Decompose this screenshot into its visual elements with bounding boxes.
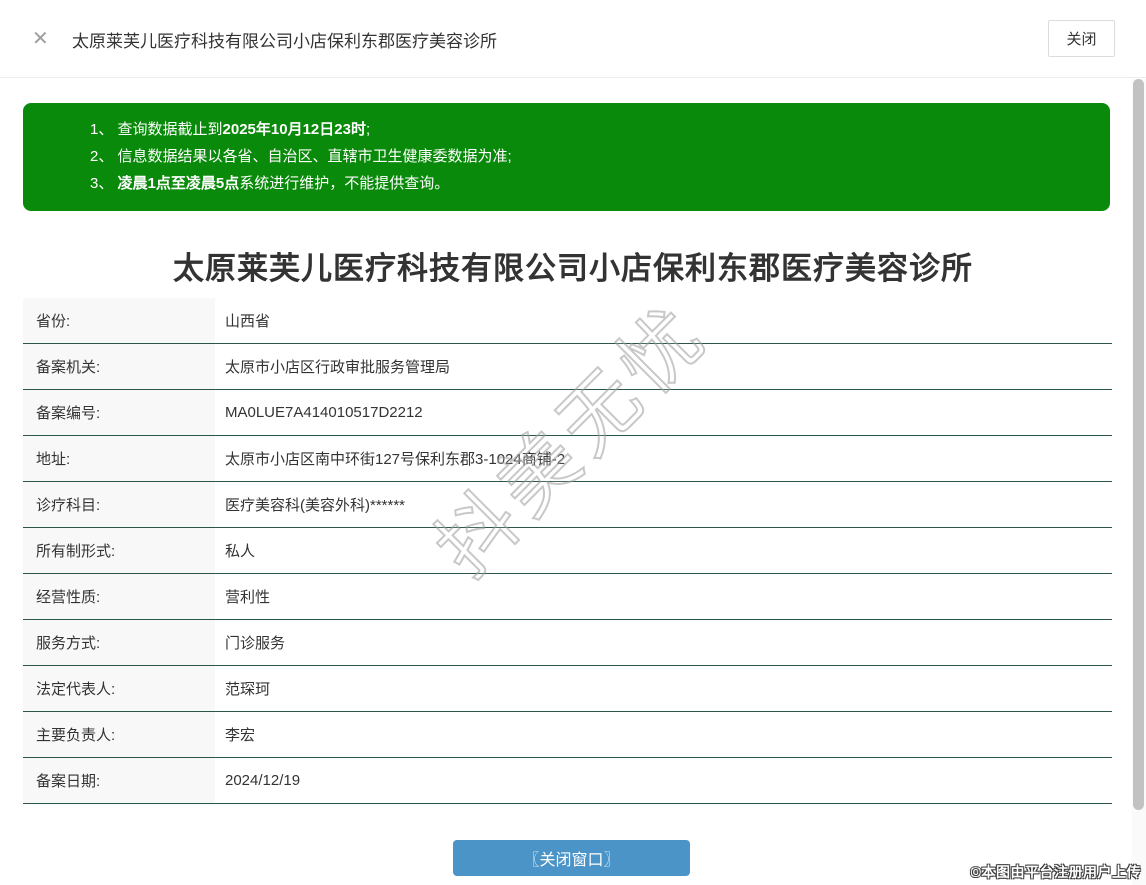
field-value: 李宏 (225, 727, 256, 744)
close-window-button[interactable]: 〖关闭窗口〗 (453, 840, 690, 876)
field-label: 备案编号: (23, 390, 215, 435)
field-label: 法定代表人: (23, 666, 215, 711)
notice-banner: 1、 查询数据截止到2025年10月12日23时; 2、 信息数据结果以各省、自治… (23, 103, 1110, 211)
field-label: 诊疗科目: (23, 482, 215, 527)
scrollbar[interactable] (1132, 79, 1146, 885)
close-icon[interactable]: ✕ (32, 28, 49, 50)
table-row: 经营性质: 营利性 (23, 574, 1112, 620)
notice-item: 1、 查询数据截止到2025年10月12日23时; (90, 121, 371, 138)
table-row: 地址: 太原市小店区南中环街127号保利东郡3-1024商铺-2 (23, 436, 1112, 482)
field-value: MA0LUE7A414010517D2212 (225, 404, 423, 421)
field-value: 私人 (225, 543, 256, 560)
field-value: 营利性 (225, 589, 271, 606)
modal-title: 太原莱芙儿医疗科技有限公司小店保利东郡医疗美容诊所 (72, 31, 497, 51)
field-value: 山西省 (225, 313, 271, 330)
notice-item: 2、 信息数据结果以各省、自治区、直辖市卫生健康委数据为准; (90, 148, 512, 165)
page-title: 太原莱芙儿医疗科技有限公司小店保利东郡医疗美容诊所 (173, 251, 973, 286)
field-label: 地址: (23, 436, 215, 481)
field-value: 太原市小店区南中环街127号保利东郡3-1024商铺-2 (225, 451, 566, 468)
field-value: 门诊服务 (225, 635, 286, 652)
notice-item: 3、 凌晨1点至凌晨5点系统进行维护，不能提供查询。 (90, 175, 450, 192)
table-row: 备案日期: 2024/12/19 (23, 758, 1112, 804)
table-row: 省份: 山西省 (23, 298, 1112, 344)
field-value: 2024/12/19 (225, 772, 301, 789)
field-value: 医疗美容科(美容外科)****** (225, 497, 406, 514)
field-label: 备案机关: (23, 344, 215, 389)
field-label: 所有制形式: (23, 528, 215, 573)
field-label: 备案日期: (23, 758, 215, 803)
table-row: 主要负责人: 李宏 (23, 712, 1112, 758)
close-button[interactable]: 关闭 (1048, 20, 1115, 57)
field-label: 省份: (23, 298, 215, 343)
table-row: 诊疗科目: 医疗美容科(美容外科)****** (23, 482, 1112, 528)
table-row: 所有制形式: 私人 (23, 528, 1112, 574)
field-value: 范琛珂 (225, 681, 271, 698)
table-row: 备案编号: MA0LUE7A414010517D2212 (23, 390, 1112, 436)
field-label: 服务方式: (23, 620, 215, 665)
table-row: 备案机关: 太原市小店区行政审批服务管理局 (23, 344, 1112, 390)
field-label: 经营性质: (23, 574, 215, 619)
copyright-watermark: ©本图由平台注册用户上传 (970, 864, 1141, 880)
info-table: 省份: 山西省 备案机关: 太原市小店区行政审批服务管理局 备案编号: MA0LUE7A4… (23, 298, 1112, 804)
field-value: 太原市小店区行政审批服务管理局 (225, 359, 451, 376)
field-label: 主要负责人: (23, 712, 215, 757)
modal-header: ✕ 太原莱芙儿医疗科技有限公司小店保利东郡医疗美容诊所 关闭 (0, 0, 1146, 78)
table-row: 服务方式: 门诊服务 (23, 620, 1112, 666)
table-row: 法定代表人: 范琛珂 (23, 666, 1112, 712)
scrollbar-thumb[interactable] (1133, 79, 1144, 810)
